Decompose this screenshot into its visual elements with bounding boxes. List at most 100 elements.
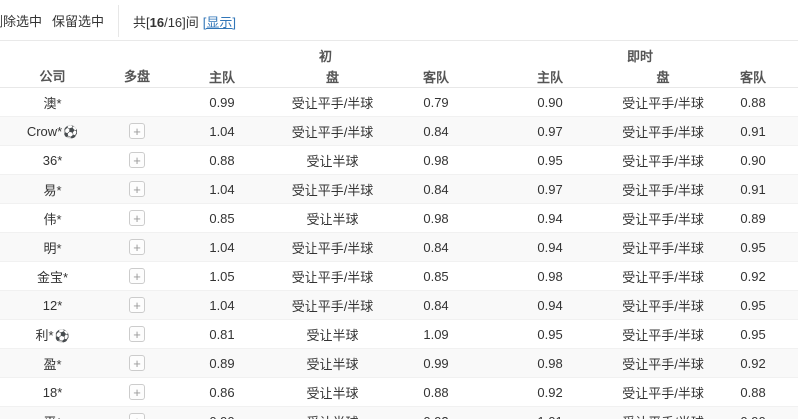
bookmaker-count: 共[16/16]间 [显示] (133, 12, 236, 31)
live-home-odds: 1.01 (482, 406, 619, 419)
live-home-odds: 0.90 (482, 87, 619, 117)
expand-multi-odds-button[interactable]: + (129, 355, 145, 371)
multi-odds-cell: + (105, 261, 169, 291)
multi-odds-cell: + (105, 203, 169, 233)
expand-multi-odds-button[interactable]: + (129, 210, 145, 226)
live-home-odds: 0.97 (482, 174, 619, 204)
init-handicap: 受让平手/半球 (275, 232, 390, 262)
company-name: 易* (43, 182, 62, 198)
expand-multi-odds-button[interactable]: + (129, 297, 145, 313)
live-away-odds: 0.92 (708, 348, 798, 378)
live-away-odds: 0.95 (708, 232, 798, 262)
init-handicap: 受让平手/半球 (275, 174, 390, 204)
odds-comparison-table: 公司 多盘 初 即时 主队 盘 客队 主队 盘 客队 澳* 0.99 受让平手/半球… (0, 40, 798, 419)
init-away-odds: 0.84 (390, 232, 483, 262)
multi-odds-cell: + (105, 377, 169, 407)
table-row: 利*⚽ +0.81 受让半球 1.09 0.95 受让平手/半球 0.95 (0, 319, 798, 349)
expand-multi-odds-button[interactable]: + (129, 152, 145, 168)
company-name: 12* (42, 297, 63, 313)
company-cell: 澳* (0, 87, 105, 117)
live-handicap: 受让平手/半球 (618, 348, 709, 378)
init-home-odds: 0.89 (169, 348, 275, 378)
expand-multi-odds-button[interactable]: + (129, 384, 145, 400)
init-away-odds: 0.84 (390, 290, 483, 320)
expand-multi-odds-button[interactable]: + (129, 326, 145, 342)
init-away-odds: 0.79 (390, 87, 483, 117)
company-cell: 易* (0, 174, 105, 204)
init-home-odds: 1.04 (169, 116, 275, 146)
col-header-init-handicap: 盘 (275, 66, 390, 88)
live-handicap: 受让平手/半球 (618, 203, 709, 233)
live-home-odds: 0.94 (482, 290, 619, 320)
live-away-odds: 0.90 (708, 406, 798, 419)
expand-multi-odds-button[interactable]: + (129, 123, 145, 139)
count-selected: 16 (149, 15, 165, 30)
init-home-odds: 1.05 (169, 261, 275, 291)
init-handicap: 受让平手/半球 (275, 290, 390, 320)
company-cell: 金宝* (0, 261, 105, 291)
live-handicap: 受让平手/半球 (618, 377, 709, 407)
live-away-odds: 0.95 (708, 290, 798, 320)
multi-odds-cell: + (105, 348, 169, 378)
count-rest: /16]间 (164, 15, 199, 30)
init-away-odds: 0.98 (390, 203, 483, 233)
live-handicap: 受让平手/半球 (618, 145, 709, 175)
company-cell: 利*⚽ (0, 319, 105, 349)
init-home-odds: 0.81 (169, 319, 275, 349)
init-home-odds: 0.86 (169, 377, 275, 407)
init-away-odds: 0.85 (390, 261, 483, 291)
company-name: 金宝* (36, 269, 69, 285)
company-name: 36* (42, 152, 63, 168)
init-away-odds: 0.92 (390, 406, 483, 419)
live-handicap: 受让平手/半球 (618, 290, 709, 320)
expand-multi-odds-button[interactable]: + (129, 181, 145, 197)
live-away-odds: 0.89 (708, 203, 798, 233)
init-home-odds: 0.90 (169, 406, 275, 419)
init-home-odds: 0.88 (169, 145, 275, 175)
init-away-odds: 0.88 (390, 377, 483, 407)
group-header-live: 即时 (482, 40, 798, 67)
live-handicap: 受让平手/半球 (618, 174, 709, 204)
table-row: 36* +0.88 受让半球 0.98 0.95 受让平手/半球 0.90 (0, 145, 798, 175)
live-away-odds: 0.91 (708, 174, 798, 204)
company-name: Crow* (26, 123, 63, 139)
company-name: 18* (42, 384, 63, 400)
company-cell: 盈* (0, 348, 105, 378)
init-away-odds: 0.84 (390, 116, 483, 146)
init-away-odds: 0.98 (390, 145, 483, 175)
keep-selected-button[interactable]: 保留选中 (52, 11, 104, 30)
live-handicap: 受让平手/半球 (618, 319, 709, 349)
table-row: 平*+0.90受让半球0.921.01受让平手/半球0.90 (0, 406, 798, 419)
expand-multi-odds-button[interactable]: + (129, 268, 145, 284)
expand-multi-odds-button[interactable]: + (129, 239, 145, 255)
live-away-odds: 0.95 (708, 319, 798, 349)
col-header-live-home: 主队 (482, 66, 619, 88)
company-cell: 12* (0, 290, 105, 320)
init-handicap: 受让半球 (275, 377, 390, 407)
table-row: 18* +0.86 受让半球 0.88 0.92 受让平手/半球 0.88 (0, 377, 798, 407)
live-handicap: 受让平手/半球 (618, 232, 709, 262)
init-handicap: 受让半球 (275, 203, 390, 233)
show-link[interactable]: [显示] (203, 15, 236, 30)
multi-odds-cell: + (105, 116, 169, 146)
init-home-odds: 0.85 (169, 203, 275, 233)
soccer-ball-icon: ⚽ (54, 328, 70, 343)
init-handicap: 受让半球 (275, 319, 390, 349)
live-handicap: 受让平手/半球 (618, 116, 709, 146)
odds-table-body: 澳* 0.99 受让平手/半球 0.79 0.90 受让平手/半球 0.88 Crow*⚽ +1… (0, 87, 798, 419)
table-header: 公司 多盘 初 即时 主队 盘 客队 主队 盘 客队 (0, 40, 798, 88)
company-name: 利* (35, 327, 54, 343)
multi-odds-cell: + (105, 290, 169, 320)
expand-multi-odds-button[interactable]: + (129, 413, 145, 419)
col-header-init-away: 客队 (390, 66, 483, 88)
multi-odds-cell: + (105, 174, 169, 204)
soccer-ball-icon: ⚽ (63, 124, 79, 139)
live-home-odds: 0.98 (482, 348, 619, 378)
company-cell: 明* (0, 232, 105, 262)
init-handicap: 受让平手/半球 (275, 261, 390, 291)
live-home-odds: 0.94 (482, 232, 619, 262)
company-cell: 18* (0, 377, 105, 407)
live-home-odds: 0.94 (482, 203, 619, 233)
delete-selected-button[interactable]: 删除选中 (0, 11, 42, 30)
live-home-odds: 0.98 (482, 261, 619, 291)
